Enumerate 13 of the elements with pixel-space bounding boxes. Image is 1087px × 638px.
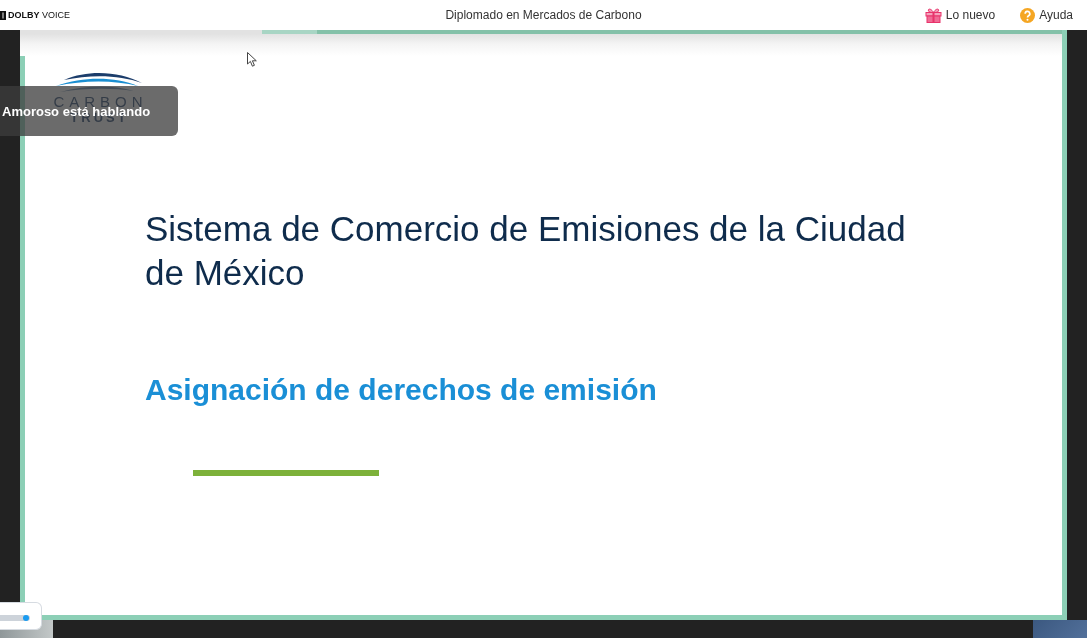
slide-subtitle: Asignación de derechos de emisión xyxy=(145,372,657,408)
cursor-icon xyxy=(247,52,257,67)
slider-thumb[interactable] xyxy=(22,615,29,621)
slider-track[interactable] xyxy=(0,615,30,621)
window-title: Diplomado en Mercados de Carbono xyxy=(445,7,642,23)
dolby-logo-icon xyxy=(0,10,6,20)
video-placeholder xyxy=(1033,620,1087,638)
brand-logo-text: DOLBY VOICE xyxy=(8,9,70,21)
whats-new-link[interactable]: Lo nuevo xyxy=(924,7,996,23)
help-icon xyxy=(1020,7,1036,23)
slide-title: Sistema de Comercio de Emisiones de la Ciudad de México xyxy=(145,208,907,294)
help-link[interactable]: Ayuda xyxy=(1020,7,1073,23)
gift-icon xyxy=(924,7,942,23)
